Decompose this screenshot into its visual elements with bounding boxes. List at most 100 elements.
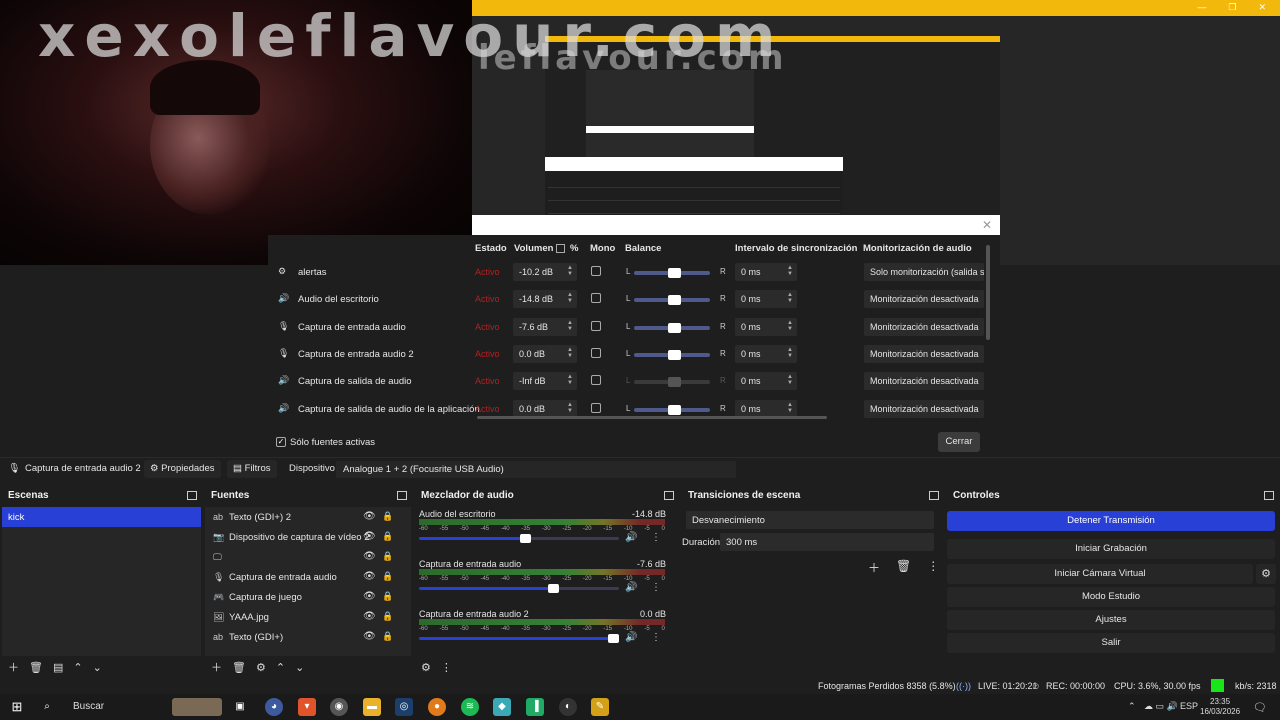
monitoring-select[interactable]: Monitorización desactivada [864,344,984,363]
monitoring-select[interactable]: Monitorización desactivada [864,399,984,418]
trash-icon[interactable]: 🗑 [29,661,43,674]
volume-fader[interactable] [419,634,619,643]
filter-icon[interactable]: ▤ [53,661,63,674]
spinner-icon[interactable]: ▲ ▼ [787,374,793,386]
visibility-eye-icon[interactable]: 👁 [363,631,376,642]
studio-mode-button[interactable]: Modo Estudio [947,587,1275,607]
lock-icon[interactable]: 🔒 [382,611,393,622]
lock-icon[interactable]: 🔒 [382,551,393,562]
sync-offset-input[interactable]: 0 ms ▲ ▼ [735,344,797,363]
spinner-icon[interactable]: ▲ ▼ [567,402,573,414]
volume-fader[interactable] [419,534,619,543]
spinner-icon[interactable]: ▲ ▼ [787,402,793,414]
spinner-icon[interactable]: ▲ ▼ [567,320,573,332]
app-icon[interactable]: ◉ [330,698,348,716]
discord-icon[interactable]: ◕ [265,698,283,716]
volume-input[interactable]: 0.0 dB ▲ ▼ [513,399,577,418]
menu-dots-icon[interactable]: ⋮ [651,532,661,543]
lock-icon[interactable]: 🔒 [382,591,393,602]
source-item[interactable]: ab Texto (GDI+) 2 👁 🔒 [205,507,411,527]
sync-offset-input[interactable]: 0 ms ▲ ▼ [735,290,797,309]
chevron-down-icon[interactable]: ⌄ [93,661,102,674]
source-item[interactable]: 🖵 👁 🔒 [205,547,411,567]
visibility-eye-icon[interactable]: 👁 [363,511,376,522]
dock-float-icon[interactable] [187,491,197,500]
horizontal-scrollbar[interactable] [477,416,827,419]
close-button[interactable]: Cerrar [938,432,980,452]
source-item[interactable]: ab Texto (GDI+) 👁 🔒 [205,627,411,647]
start-virtual-camera-button[interactable]: Iniciar Cámara Virtual [947,564,1253,584]
app-icon-3[interactable]: ▐ [526,698,544,716]
source-item[interactable]: 📷 Dispositivo de captura de vídeo 2 👁 🔒 [205,527,411,547]
menu-dots-icon[interactable]: ⋮ [927,559,939,576]
task-view-icon[interactable]: ▣ [231,698,249,716]
visibility-eye-icon[interactable]: 👁 [363,611,376,622]
tray-chevron-up-icon[interactable]: ⌃ [1128,701,1136,712]
monitoring-select[interactable]: Monitorización desactivada [864,290,984,309]
gear-icon[interactable]: ⚙ [256,661,266,674]
sync-offset-input[interactable]: 0 ms ▲ ▼ [735,372,797,391]
notification-icon[interactable]: 🗨 [1253,701,1267,714]
monitoring-select[interactable]: Monitorización desactivada [864,317,984,336]
folder-icon[interactable]: ▬ [363,698,381,716]
language-indicator[interactable]: ESP [1180,701,1198,711]
chevron-up-icon[interactable]: ⌃ [73,661,82,674]
dock-float-icon[interactable] [1264,491,1274,500]
balance-slider-handle[interactable] [668,404,681,415]
volume-fader[interactable] [419,584,619,593]
monitoring-select[interactable]: Monitorización desactivada [864,372,984,391]
dock-float-icon[interactable] [929,491,939,500]
properties-button[interactable]: ⚙ Propiedades [144,460,221,478]
mono-checkbox[interactable] [591,266,601,276]
speaker-icon[interactable]: 🔊 [625,582,637,593]
source-item[interactable]: 🎙 Captura de entrada audio 👁 🔒 [205,567,411,587]
search-icon[interactable]: ⌕ [38,698,56,716]
settings-button[interactable]: Ajustes [947,610,1275,630]
source-item[interactable]: 🎮 Captura de juego 👁 🔒 [205,587,411,607]
fader-handle[interactable] [608,634,619,643]
gear-icon[interactable]: ⚙ [1256,564,1276,584]
visibility-eye-icon[interactable]: 👁 [363,591,376,602]
dialog-close-icon[interactable]: ✕ [982,218,992,232]
trash-icon[interactable]: 🗑 [896,559,911,576]
mono-checkbox[interactable] [591,375,601,386]
only-active-checkbox[interactable]: ✓ [276,437,286,447]
app-icon-2[interactable]: ◆ [493,698,511,716]
fader-handle[interactable] [520,534,531,543]
monitoring-select[interactable]: Solo monitorización (salida s [864,263,984,281]
chevron-up-icon[interactable]: ⌃ [276,661,285,674]
chevron-down-icon[interactable]: ⌄ [295,661,304,674]
trash-icon[interactable]: 🗑 [232,661,246,674]
visibility-eye-icon[interactable]: 👁 [363,571,376,582]
balance-slider-handle[interactable] [668,295,681,306]
taskbar-clock[interactable]: 23:35 16/03/2026 [1200,697,1240,717]
balance-slider-handle[interactable] [668,377,681,388]
gear-icon[interactable]: ⚙ [421,661,431,674]
fader-handle[interactable] [548,584,559,593]
app-icon-4[interactable]: ✎ [591,698,609,716]
spinner-icon[interactable]: ▲ ▼ [787,265,793,277]
sync-offset-input[interactable]: 0 ms ▲ ▼ [735,399,797,418]
menu-dots-icon[interactable]: ⋮ [651,632,661,643]
source-item[interactable]: 🖼 YAAA.jpg 👁 🔒 [205,607,411,627]
volume-input[interactable]: -10.2 dB ▲ ▼ [513,263,577,281]
lock-icon[interactable]: 🔒 [382,511,393,522]
lock-icon[interactable]: 🔒 [382,531,393,542]
lock-icon[interactable]: 🔒 [382,631,393,642]
speaker-icon[interactable]: 🔊 [625,632,637,643]
volume-input[interactable]: -Inf dB ▲ ▼ [513,372,577,391]
pct-checkbox[interactable] [556,244,565,253]
balance-slider-handle[interactable] [668,349,681,360]
mono-checkbox[interactable] [591,402,601,413]
lock-icon[interactable]: 🔒 [382,571,393,582]
volume-input[interactable]: -7.6 dB ▲ ▼ [513,317,577,336]
device-select[interactable]: Analogue 1 + 2 (Focusrite USB Audio) [336,461,736,478]
obs-icon[interactable]: ◐ [559,698,577,716]
windows-start-icon[interactable]: ⊞ [8,698,26,716]
dock-float-icon[interactable] [397,491,407,500]
visibility-eye-icon[interactable]: 👁 [363,551,376,562]
firefox-icon[interactable]: ● [428,698,446,716]
vertical-scrollbar[interactable] [986,245,990,340]
visibility-eye-icon[interactable]: 👁 [363,531,376,542]
add-icon[interactable]: ＋ [8,659,19,675]
